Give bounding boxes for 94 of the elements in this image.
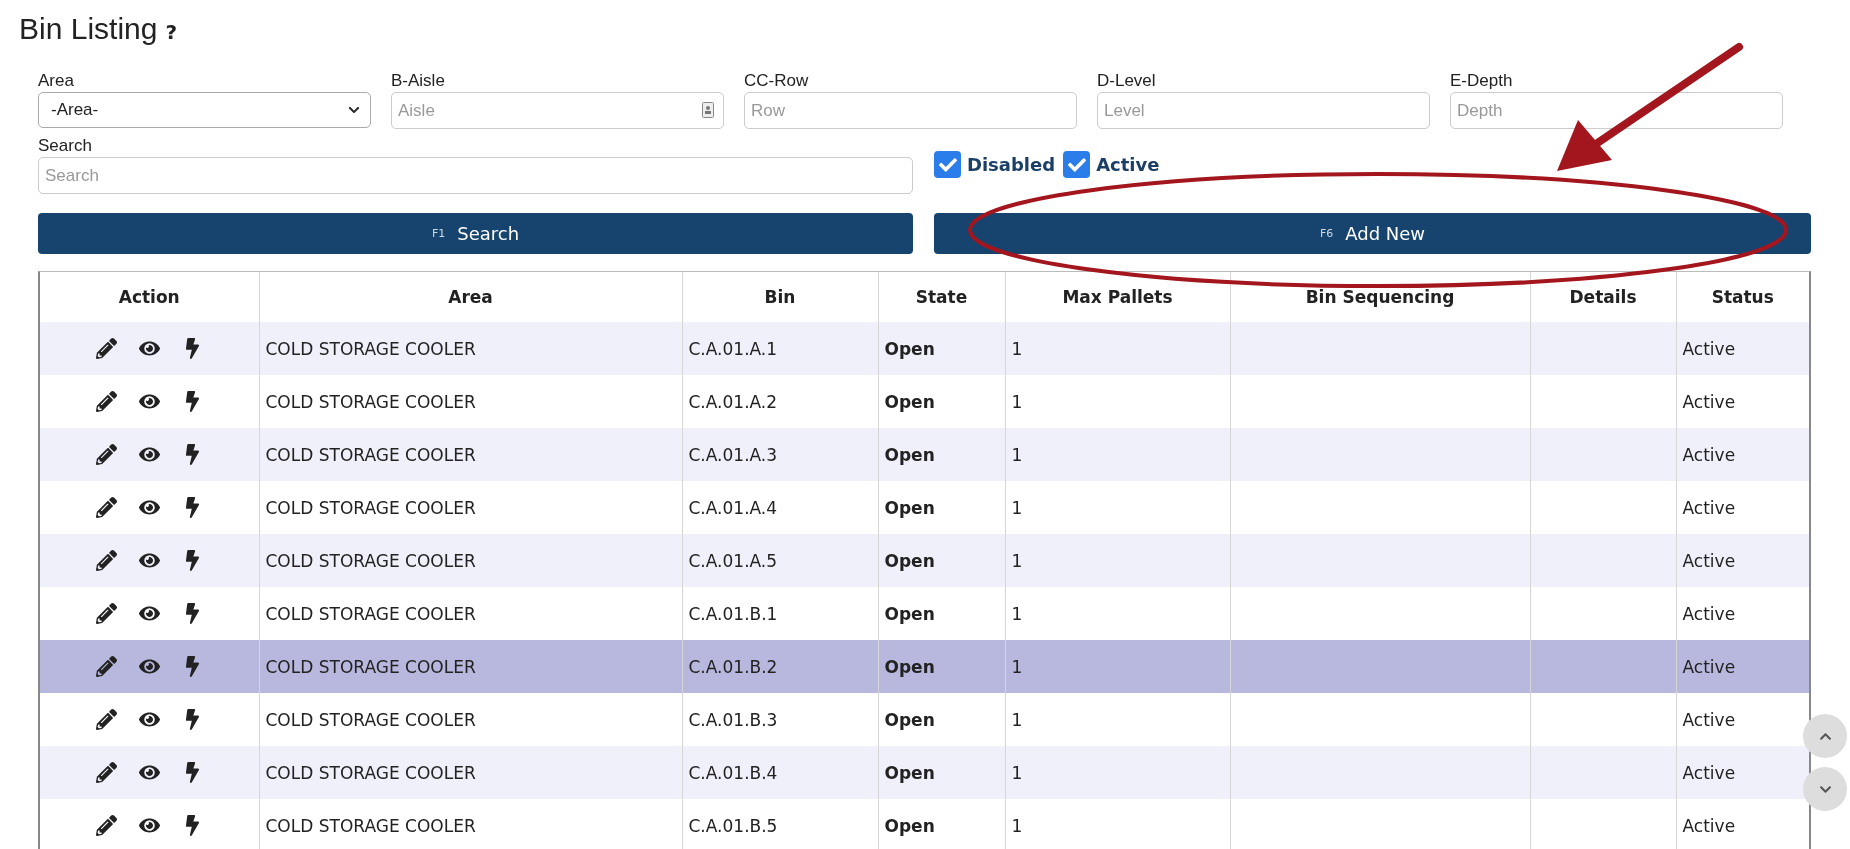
table-cell: Active [1676, 322, 1809, 375]
help-mark[interactable]: ? [165, 20, 178, 44]
search-button[interactable]: F1 Search [38, 213, 913, 254]
table-cell: Active [1676, 640, 1809, 693]
table-cell: Open [878, 481, 1005, 534]
table-row[interactable]: COLD STORAGE COOLER C.A.01.A.3 Open 1 Active [40, 428, 1809, 481]
pencil-icon[interactable] [95, 709, 117, 730]
table-row[interactable]: COLD STORAGE COOLER C.A.01.B.4 Open 1 Active [40, 746, 1809, 799]
table-cell: COLD STORAGE COOLER [259, 322, 682, 375]
table-row[interactable]: COLD STORAGE COOLER C.A.01.B.1 Open 1 Active [40, 587, 1809, 640]
table-cell: C.A.01.A.1 [682, 322, 878, 375]
search-field[interactable]: Search [38, 157, 913, 194]
table-cell: 1 [1005, 693, 1230, 746]
table-cell: C.A.01.A.4 [682, 481, 878, 534]
input-field[interactable]: Aisle [391, 92, 724, 129]
table-cell: COLD STORAGE COOLER [259, 375, 682, 428]
pencil-icon[interactable] [95, 338, 117, 359]
table-cell: COLD STORAGE COOLER [259, 799, 682, 849]
table-cell: Open [878, 640, 1005, 693]
chevron-down-icon [348, 104, 360, 116]
pencil-icon[interactable] [95, 656, 117, 677]
table-cell: C.A.01.A.5 [682, 534, 878, 587]
table-cell: Open [878, 746, 1005, 799]
area-select[interactable]: -Area- [38, 92, 371, 128]
table-cell: C.A.01.B.4 [682, 746, 878, 799]
table-cell: COLD STORAGE COOLER [259, 428, 682, 481]
table-cell: COLD STORAGE COOLER [259, 534, 682, 587]
field-label: Search [38, 135, 93, 157]
pencil-icon[interactable] [95, 603, 117, 624]
checkbox[interactable] [1063, 151, 1091, 178]
table-cell: Open [878, 428, 1005, 481]
checkbox[interactable] [934, 151, 961, 178]
table-cell: COLD STORAGE COOLER [259, 693, 682, 746]
table-cell: COLD STORAGE COOLER [259, 640, 682, 693]
table-cell: COLD STORAGE COOLER [259, 746, 682, 799]
table-cell: C.A.01.B.3 [682, 693, 878, 746]
table-cell: 1 [1005, 534, 1230, 587]
input-field[interactable]: Depth [1450, 92, 1783, 129]
input-field[interactable]: Level [1097, 92, 1430, 129]
table-row[interactable]: COLD STORAGE COOLER C.A.01.A.5 Open 1 Active [40, 534, 1809, 587]
table-cell: Active [1676, 693, 1809, 746]
table-row[interactable]: COLD STORAGE COOLER C.A.01.A.2 Open 1 Active [40, 375, 1809, 428]
table-cell: Active [1676, 587, 1809, 640]
table-cell: 1 [1005, 799, 1230, 849]
table-cell: Active [1676, 481, 1809, 534]
table-cell: Open [878, 534, 1005, 587]
check-icon [1067, 155, 1086, 174]
pencil-icon[interactable] [95, 815, 117, 836]
table-row[interactable]: COLD STORAGE COOLER C.A.01.B.2 Open 1 Active [40, 640, 1809, 693]
table-cell: COLD STORAGE COOLER [259, 481, 682, 534]
table-cell: Active [1676, 746, 1809, 799]
table-cell: Open [878, 799, 1005, 849]
table-row[interactable]: COLD STORAGE COOLER C.A.01.A.1 Open 1 Active [40, 322, 1809, 375]
table-cell: C.A.01.A.3 [682, 428, 878, 481]
table-cell: Open [878, 693, 1005, 746]
field-label: E-Depth [1450, 70, 1514, 92]
table-cell: C.A.01.B.5 [682, 799, 878, 849]
field-label: B-Aisle [391, 70, 446, 92]
pencil-icon[interactable] [95, 550, 117, 571]
pencil-icon[interactable] [95, 497, 117, 518]
table-cell: Active [1676, 375, 1809, 428]
table-cell: Open [878, 375, 1005, 428]
table-cell: 1 [1005, 640, 1230, 693]
checkbox-label: Active [1096, 154, 1160, 175]
scroll-up-button[interactable] [1803, 714, 1847, 758]
table-cell: 1 [1005, 375, 1230, 428]
table-cell: COLD STORAGE COOLER [259, 587, 682, 640]
table-cell: 1 [1005, 428, 1230, 481]
table-cell: Active [1676, 534, 1809, 587]
table-cell: 1 [1005, 587, 1230, 640]
checkbox-label: Disabled [967, 154, 1056, 175]
field-label: Area [38, 70, 75, 92]
field-label: D-Level [1097, 70, 1157, 92]
pencil-icon[interactable] [95, 762, 117, 783]
table-cell: 1 [1005, 481, 1230, 534]
field-label: CC-Row [744, 70, 810, 92]
table-row[interactable]: COLD STORAGE COOLER C.A.01.A.4 Open 1 Active [40, 481, 1809, 534]
table-cell: 1 [1005, 746, 1230, 799]
table-row[interactable]: COLD STORAGE COOLER C.A.01.B.3 Open 1 Active [40, 693, 1809, 746]
table-cell: 1 [1005, 322, 1230, 375]
pencil-icon[interactable] [95, 444, 117, 465]
table-cell: Open [878, 587, 1005, 640]
add-new-button[interactable]: F6 Add New [934, 213, 1811, 254]
table-cell: C.A.01.B.1 [682, 587, 878, 640]
pencil-icon[interactable] [95, 391, 117, 412]
table-cell: Active [1676, 428, 1809, 481]
scroll-down-button[interactable] [1803, 767, 1847, 811]
column-header: Status [1676, 272, 1809, 322]
check-icon [938, 155, 957, 174]
table-cell: C.A.01.B.2 [682, 640, 878, 693]
table-cell: C.A.01.A.2 [682, 375, 878, 428]
table-cell: Open [878, 322, 1005, 375]
input-field[interactable]: Row [744, 92, 1077, 129]
page-title: Bin Listing [19, 12, 158, 46]
